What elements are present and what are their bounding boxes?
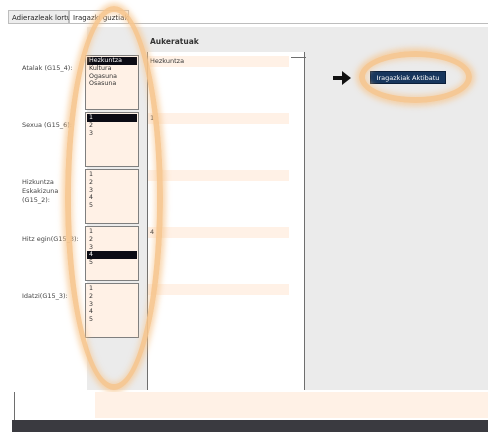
- selected-column-corner: [291, 57, 306, 58]
- selected-value-idatzi: [148, 284, 289, 295]
- selected-value-sexua: 1: [148, 113, 289, 124]
- highlight-ring-button: [359, 51, 472, 103]
- footer-bar: [12, 420, 488, 432]
- tab-divider: [8, 23, 488, 24]
- filter-label-idatzi: Idatzi(G15_3):: [22, 292, 68, 300]
- tab-adierazleak-lortu[interactable]: Adierazleak lortu: [8, 10, 71, 24]
- right-arrow-icon: [333, 71, 351, 85]
- selected-values-column: [147, 52, 305, 390]
- selected-value-hitz-egin: 4: [148, 227, 289, 238]
- footer-divider: [14, 392, 15, 420]
- selected-value-hizkuntza-eskakizuna: [148, 170, 289, 181]
- filter-label-sexua: Sexua (G15_6):: [22, 121, 72, 129]
- highlight-ring-listboxes: [65, 6, 163, 390]
- footer-panel: [95, 392, 488, 418]
- filter-label-atalak: Atalak (G15_4):: [22, 64, 73, 72]
- selected-header: Aukeratuak: [150, 37, 199, 46]
- selected-value-atalak: Hezkuntza: [148, 56, 289, 67]
